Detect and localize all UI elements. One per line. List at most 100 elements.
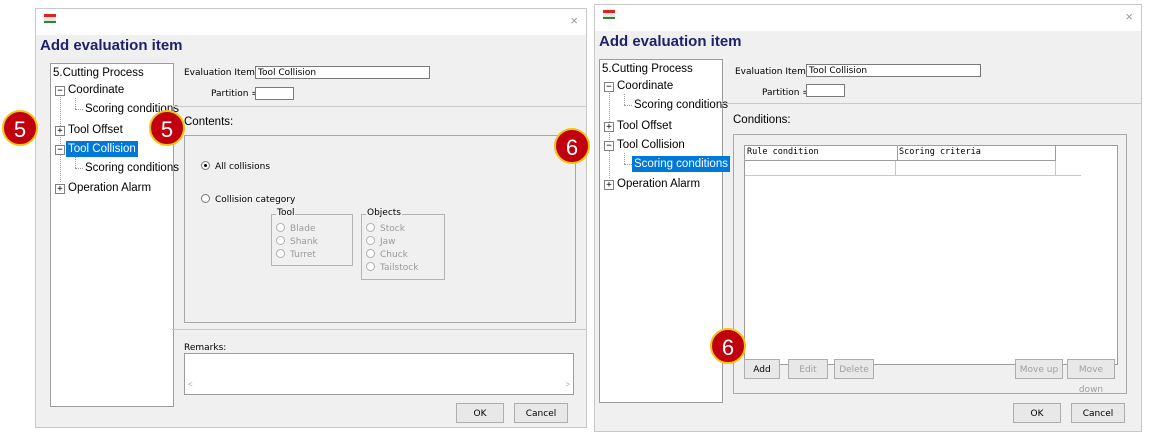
tree-guide-line (60, 90, 61, 182)
contents-panel: All collisions Collision category Tool B… (184, 135, 576, 323)
radio-label: Collision category (215, 195, 296, 205)
dialog-title: Add evaluation item (40, 37, 183, 54)
tree-guide-line (624, 105, 632, 106)
left-title-bar: × (36, 9, 586, 35)
tree-item-tool-collision[interactable]: Tool Collision (66, 141, 138, 157)
objects-group: Objects Stock Jaw Chuck Tailstock (361, 208, 445, 280)
radio-label: Shank (290, 237, 318, 247)
radio-label: Chuck (380, 250, 408, 260)
tree-item-tool-collision[interactable]: Tool Collision (617, 137, 685, 153)
conditions-table[interactable]: Rule condition Scoring criteria (744, 145, 1118, 365)
evaluation-item-field[interactable]: Tool Collision (255, 66, 430, 79)
ok-button[interactable]: OK (456, 403, 504, 423)
expand-icon[interactable]: + (55, 184, 65, 194)
tree-item-tool-offset[interactable]: Tool Offset (68, 122, 123, 138)
collapse-icon[interactable]: − (604, 141, 614, 151)
expand-icon[interactable]: + (55, 126, 65, 136)
tree-item-tool-offset[interactable]: Tool Offset (617, 118, 672, 134)
tree-guide-line (624, 164, 632, 165)
table-cell[interactable] (895, 161, 896, 175)
tree-root[interactable]: 5.Cutting Process (602, 61, 693, 77)
divider (721, 103, 1141, 104)
partition-field[interactable] (806, 84, 845, 97)
column-header-scoring-criteria[interactable]: Scoring criteria (897, 146, 1049, 160)
tree-guide-line (75, 98, 76, 109)
step-badge: 6 (710, 328, 746, 364)
radio-icon (276, 236, 285, 245)
ok-button[interactable]: OK (1013, 403, 1061, 423)
tree-item-coordinate[interactable]: Coordinate (68, 82, 124, 98)
delete-button[interactable]: Delete (834, 359, 874, 379)
tree-item-scoring-conditions[interactable]: Scoring conditions (85, 160, 179, 176)
evaluation-item-field[interactable]: Tool Collision (806, 64, 981, 77)
radio-label: Stock (380, 224, 405, 234)
objects-group-label: Objects (366, 208, 403, 218)
move-down-button[interactable]: Move down (1067, 359, 1115, 395)
table-header-row: Rule condition Scoring criteria (745, 146, 1056, 161)
collapse-icon[interactable]: − (55, 145, 65, 155)
step-badge: 5 (149, 110, 185, 146)
collapse-icon[interactable]: − (55, 86, 65, 96)
app-icon (603, 10, 615, 19)
step-badge: 6 (554, 128, 590, 164)
chuck-radio[interactable]: Chuck (366, 249, 408, 260)
radio-icon (276, 249, 285, 258)
collapse-icon[interactable]: − (604, 82, 614, 92)
cancel-button[interactable]: Cancel (514, 403, 568, 423)
tree-item-operation-alarm[interactable]: Operation Alarm (68, 180, 151, 196)
remarks-title: Remarks: (184, 343, 227, 353)
add-button[interactable]: Add (744, 359, 780, 379)
turret-radio[interactable]: Turret (276, 249, 316, 260)
conditions-title: Conditions: (733, 114, 791, 126)
partition-label: Partition = (762, 88, 810, 98)
item-tree[interactable]: 5.Cutting Process − Coordinate Scoring c… (599, 59, 730, 403)
tree-item-scoring-conditions[interactable]: Scoring conditions (634, 97, 728, 113)
radio-label: Blade (290, 224, 316, 234)
table-row[interactable] (745, 161, 1081, 176)
expand-icon[interactable]: + (604, 122, 614, 132)
cancel-button[interactable]: Cancel (1071, 403, 1125, 423)
tree-item-coordinate[interactable]: Coordinate (617, 78, 673, 94)
close-icon[interactable]: × (1125, 9, 1133, 24)
blade-radio[interactable]: Blade (276, 223, 315, 234)
edit-button[interactable]: Edit (788, 359, 828, 379)
collision-category-radio[interactable]: Collision category (201, 194, 295, 205)
radio-icon (366, 262, 375, 271)
right-title-bar: × (595, 5, 1141, 31)
partition-label: Partition = (211, 89, 259, 99)
radio-icon (201, 194, 210, 203)
tree-root[interactable]: 5.Cutting Process (53, 65, 144, 81)
stock-radio[interactable]: Stock (366, 223, 405, 234)
tree-guide-line (624, 94, 625, 105)
tree-guide-line (75, 157, 76, 168)
tree-guide-line (75, 168, 83, 169)
close-icon[interactable]: × (570, 13, 578, 28)
scroll-right-icon[interactable]: > (565, 380, 570, 389)
divider (172, 106, 586, 107)
radio-label: Tailstock (380, 263, 419, 273)
remarks-field[interactable]: < > (184, 353, 574, 395)
jaw-radio[interactable]: Jaw (366, 236, 396, 247)
partition-field[interactable] (255, 87, 294, 100)
tool-group: Tool Blade Shank Turret (271, 208, 353, 266)
move-up-button[interactable]: Move up (1015, 359, 1063, 379)
tree-guide-line (75, 109, 83, 110)
tree-item-scoring-conditions[interactable]: Scoring conditions (632, 156, 730, 172)
table-cell[interactable] (1055, 161, 1056, 175)
tree-item-operation-alarm[interactable]: Operation Alarm (617, 176, 700, 192)
radio-icon (366, 236, 375, 245)
evaluation-item-label: Evaluation Item = (184, 68, 266, 78)
scroll-left-icon[interactable]: < (188, 380, 193, 389)
radio-icon (276, 223, 285, 232)
column-header-rule-condition[interactable]: Rule condition (745, 146, 898, 160)
tailstock-radio[interactable]: Tailstock (366, 262, 418, 273)
expand-icon[interactable]: + (604, 180, 614, 190)
divider (172, 329, 586, 330)
radio-icon (366, 249, 375, 258)
all-collisions-radio[interactable]: All collisions (201, 161, 270, 172)
left-dialog: × Add evaluation item 5.Cutting Process … (35, 8, 587, 428)
step-badge: 5 (2, 110, 38, 146)
right-dialog: × Add evaluation item 5.Cutting Process … (594, 4, 1142, 432)
shank-radio[interactable]: Shank (276, 236, 318, 247)
radio-selected-icon (201, 161, 210, 170)
